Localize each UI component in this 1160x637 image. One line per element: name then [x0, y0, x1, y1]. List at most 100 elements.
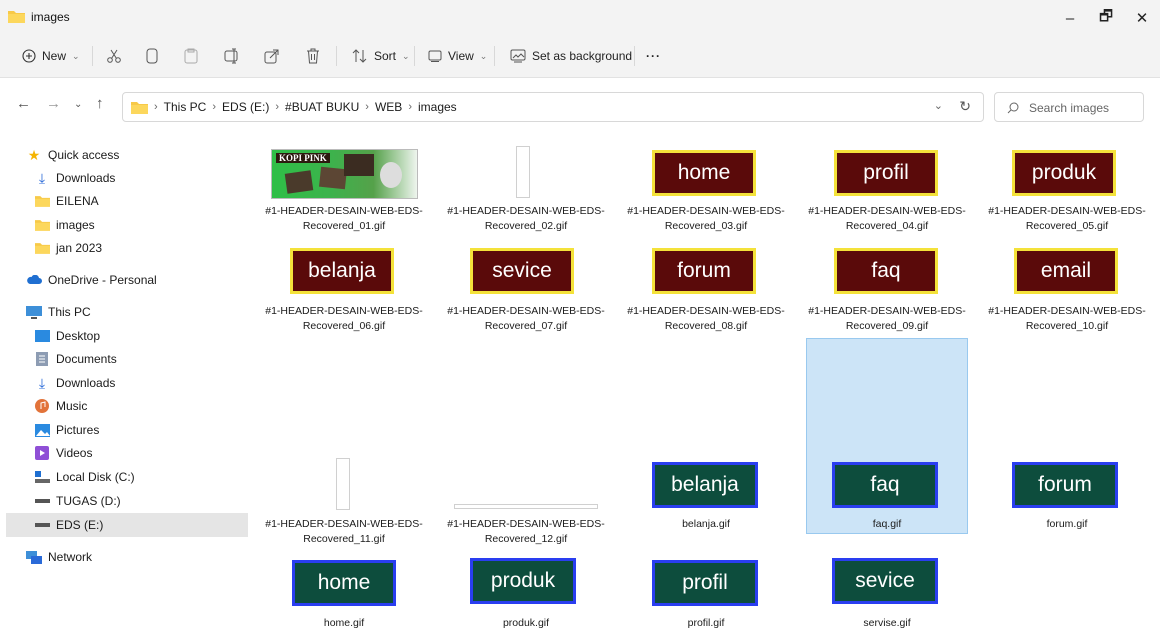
- thumbnail-text: email: [1040, 259, 1092, 282]
- nav-this-pc[interactable]: This PC: [26, 301, 91, 323]
- more-options-button[interactable]: ···: [646, 44, 661, 68]
- copy-button[interactable]: [146, 44, 158, 68]
- set-as-background-label: Set as background: [532, 49, 633, 63]
- search-box[interactable]: Search images: [994, 92, 1144, 122]
- file-thumbnail-belanja[interactable]: belanja: [290, 248, 394, 294]
- file-explorer-window: images – 🗗 ✕ New ⌄ Sort ⌄ View ⌄ Set as …: [0, 0, 1160, 637]
- search-placeholder: Search images: [1029, 101, 1110, 115]
- file-thumbnail-produk-blue[interactable]: produk: [470, 558, 576, 604]
- breadcrumb-web[interactable]: WEB: [375, 100, 402, 114]
- chevron-down-icon: ⌄: [479, 50, 488, 61]
- music-icon: [34, 399, 50, 413]
- coffee-cup-image: [380, 162, 402, 188]
- nav-qa-jan-2023[interactable]: jan 2023: [34, 237, 102, 259]
- nav-label: EILENA: [56, 194, 99, 208]
- breadcrumb-this-pc[interactable]: This PC: [164, 100, 207, 114]
- thumbnail-text: home: [677, 161, 731, 184]
- wallpaper-icon: [510, 49, 526, 63]
- rename-button[interactable]: [224, 44, 240, 68]
- file-thumbnail-produk[interactable]: produk: [1012, 150, 1116, 196]
- file-thumbnail-blank[interactable]: [454, 504, 598, 509]
- breadcrumb-buat-buku[interactable]: #BUAT BUKU: [285, 100, 359, 114]
- nav-local-disk-c[interactable]: Local Disk (C:): [34, 466, 135, 488]
- nav-desktop[interactable]: Desktop: [34, 325, 100, 347]
- nav-onedrive[interactable]: OneDrive - Personal: [26, 269, 157, 291]
- chevron-right-icon: ›: [154, 101, 158, 113]
- file-name: #1-HEADER-DESAIN-WEB-EDS-Recovered_05.gi…: [988, 205, 1146, 232]
- back-button[interactable]: ←: [16, 95, 31, 112]
- thumbnail-text: sevice: [492, 259, 552, 282]
- file-thumbnail-faq[interactable]: faq: [834, 248, 938, 294]
- nav-label: Network: [48, 550, 93, 564]
- recent-locations-button[interactable]: ⌄: [74, 99, 82, 110]
- chevron-down-icon: ⌄: [74, 99, 83, 110]
- sort-button[interactable]: Sort ⌄: [352, 44, 410, 68]
- file-name: forum.gif: [1046, 518, 1088, 530]
- share-icon: [264, 49, 279, 64]
- nav-qa-images[interactable]: images: [34, 214, 95, 236]
- breadcrumb-images[interactable]: images: [418, 100, 457, 114]
- file-name: home.gif: [323, 617, 365, 629]
- delete-button[interactable]: [306, 44, 320, 68]
- nav-eds-e[interactable]: EDS (E:): [34, 514, 103, 536]
- file-thumbnail-sevice-blue[interactable]: sevice: [832, 558, 938, 604]
- nav-pictures[interactable]: Pictures: [34, 419, 99, 441]
- file-thumbnail-blank[interactable]: [336, 458, 350, 510]
- file-thumbnail-profil-blue[interactable]: profil: [652, 560, 758, 606]
- view-label: View: [448, 49, 474, 63]
- nav-qa-downloads[interactable]: ⤓ Downloads: [34, 167, 115, 189]
- scissors-icon: [107, 49, 121, 63]
- view-icon: [428, 50, 442, 62]
- copy-icon: [146, 48, 158, 64]
- drive-icon: [34, 470, 50, 484]
- breadcrumb: › This PC › EDS (E:) › #BUAT BUKU › WEB …: [131, 100, 457, 114]
- paste-button[interactable]: [184, 44, 198, 68]
- file-thumbnail-profil[interactable]: profil: [834, 150, 938, 196]
- nav-videos[interactable]: Videos: [34, 442, 92, 464]
- chevron-right-icon: ›: [408, 101, 412, 113]
- cut-button[interactable]: [106, 44, 122, 68]
- file-thumbnail-banner[interactable]: KOPI PINK: [271, 149, 418, 199]
- file-name: faq.gif: [872, 518, 902, 530]
- file-thumbnail-faq-blue[interactable]: faq: [832, 462, 938, 508]
- command-bar: New ⌄ Sort ⌄ View ⌄ Set as background ··…: [0, 34, 1160, 78]
- address-bar[interactable]: › This PC › EDS (E:) › #BUAT BUKU › WEB …: [122, 92, 984, 122]
- file-thumbnail-sevice[interactable]: sevice: [470, 248, 574, 294]
- close-button[interactable]: ✕: [1124, 6, 1160, 30]
- file-thumbnail-forum[interactable]: forum: [652, 248, 756, 294]
- forward-button[interactable]: →: [46, 95, 61, 112]
- nav-qa-eilena[interactable]: EILENA: [34, 190, 99, 212]
- file-thumbnail-belanja-blue[interactable]: belanja: [652, 462, 758, 508]
- nav-label: Music: [56, 399, 88, 413]
- nav-quick-access[interactable]: ★ Quick access: [26, 144, 120, 166]
- file-thumbnail-home-blue[interactable]: home: [292, 560, 396, 606]
- share-button[interactable]: [264, 44, 280, 68]
- nav-documents[interactable]: Documents: [34, 348, 117, 370]
- nav-label: EDS (E:): [56, 518, 104, 532]
- file-thumbnail-email[interactable]: email: [1014, 248, 1118, 294]
- nav-label: TUGAS (D:): [56, 494, 121, 508]
- nav-tugas-d[interactable]: TUGAS (D:): [34, 490, 121, 512]
- download-icon: ⤓: [38, 169, 46, 186]
- view-button[interactable]: View ⌄: [428, 44, 487, 68]
- chevron-down-icon: ⌄: [72, 50, 80, 61]
- nav-network[interactable]: Network: [26, 546, 92, 568]
- breadcrumb-eds[interactable]: EDS (E:): [222, 100, 269, 114]
- file-thumbnail-forum-blue[interactable]: forum: [1012, 462, 1118, 508]
- thumbnail-text: faq: [870, 473, 900, 496]
- refresh-icon[interactable]: ↻: [959, 98, 971, 115]
- set-as-background-button[interactable]: Set as background: [510, 44, 632, 68]
- nav-downloads[interactable]: ⤓ Downloads: [34, 372, 115, 394]
- close-icon: ✕: [1135, 10, 1149, 27]
- address-dropdown-icon[interactable]: ⌄: [934, 99, 943, 112]
- file-name: #1-HEADER-DESAIN-WEB-EDS-Recovered_07.gi…: [447, 305, 605, 332]
- nav-label: Local Disk (C:): [56, 470, 135, 484]
- minimize-button[interactable]: –: [1052, 6, 1088, 30]
- restore-button[interactable]: 🗗: [1088, 6, 1124, 30]
- up-button[interactable]: ↑: [96, 95, 104, 112]
- file-thumbnail-home[interactable]: home: [652, 150, 756, 196]
- new-button[interactable]: New ⌄: [22, 44, 80, 68]
- file-thumbnail-blank[interactable]: [516, 146, 530, 198]
- nav-music[interactable]: Music: [34, 395, 87, 417]
- drive-icon: [34, 494, 50, 508]
